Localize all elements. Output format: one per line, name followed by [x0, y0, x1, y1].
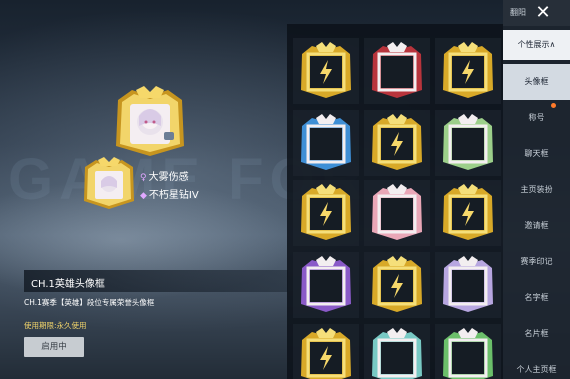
frame-flower-garland[interactable]: [435, 110, 501, 176]
player-name: ♀ 大雾伤感: [140, 172, 189, 183]
frame-period: 使用期限:永久使用: [24, 321, 87, 330]
frame-gold-bolt-4[interactable]: [364, 252, 430, 318]
frame-gold-bolt-3-icon: [443, 184, 493, 240]
frame-gold-crown-2-icon: [443, 42, 493, 98]
side-nav: 翻阳 个性展示∧ 头像框 称号 聊天框 主页装扮 邀请框 赛季印记 名字框 名片框 个人主页框: [503, 0, 570, 379]
frame-title-bar: CH.1英雄头像框: [24, 270, 288, 292]
frame-lilac-garland[interactable]: [435, 252, 501, 318]
tab-0[interactable]: 头像框: [503, 64, 570, 100]
player-rank: ◆ 不朽星钻IV: [140, 190, 199, 201]
frame-gold-crown[interactable]: [293, 38, 359, 104]
frame-gold-crown-3-icon: [301, 328, 351, 379]
frame-teal-cat-icon: [372, 328, 422, 379]
frame-gold-bolt-icon: [372, 114, 422, 170]
tab-2[interactable]: 聊天框: [503, 136, 570, 172]
tab-6[interactable]: 名字框: [503, 280, 570, 316]
tab-3[interactable]: 主页装扮: [503, 172, 570, 208]
frame-gold-bolt-4-icon: [372, 256, 422, 312]
frame-green-garland[interactable]: [435, 324, 501, 379]
frame-purple-ribbon-icon: [301, 256, 351, 312]
frame-purple-ribbon[interactable]: [293, 252, 359, 318]
tab-7[interactable]: 名片框: [503, 316, 570, 352]
frame-flower-garland-icon: [443, 114, 493, 170]
frame-lilac-garland-icon: [443, 256, 493, 312]
frame-gold-crown-icon: [301, 42, 351, 98]
frame-gold-bolt-2-icon: [301, 184, 351, 240]
frame-title: CH.1英雄头像框: [31, 279, 105, 290]
avatar-frame-preview-large: [112, 86, 188, 158]
frame-teal-cat[interactable]: [364, 324, 430, 379]
diamond-rank-icon: ◆: [140, 191, 147, 201]
avatar-frame-preview-small: [81, 157, 137, 211]
tab-1[interactable]: 称号: [503, 100, 570, 136]
frame-gold-bolt[interactable]: [364, 110, 430, 176]
tab-8[interactable]: 个人主页框: [503, 352, 570, 379]
tab-5[interactable]: 赛季印记: [503, 244, 570, 280]
frame-description: CH.1赛季【英雄】段位专属荣誉头像框: [24, 298, 155, 307]
female-icon: ♀: [140, 173, 147, 183]
tab-group-personal-display[interactable]: 个性展示∧: [503, 30, 570, 60]
close-icon[interactable]: ✕: [530, 3, 556, 23]
frame-gold-crown-2[interactable]: [435, 38, 501, 104]
frame-gold-crown-3[interactable]: [293, 324, 359, 379]
frame-blue-ribbon[interactable]: [293, 110, 359, 176]
frame-pink-bow-icon: [372, 184, 422, 240]
tab-4[interactable]: 邀请框: [503, 208, 570, 244]
use-frame-button[interactable]: 启用中: [24, 337, 84, 357]
side-top-label: 翻阳: [510, 8, 526, 17]
notification-dot: [551, 103, 556, 108]
frame-red-ribbon[interactable]: [364, 38, 430, 104]
frame-pink-bow[interactable]: [364, 180, 430, 246]
frame-red-ribbon-icon: [372, 42, 422, 98]
frame-gold-bolt-3[interactable]: [435, 180, 501, 246]
frames-grid-panel: [287, 24, 503, 379]
frame-blue-ribbon-icon: [301, 114, 351, 170]
frame-gold-bolt-2[interactable]: [293, 180, 359, 246]
frame-green-garland-icon: [443, 328, 493, 379]
